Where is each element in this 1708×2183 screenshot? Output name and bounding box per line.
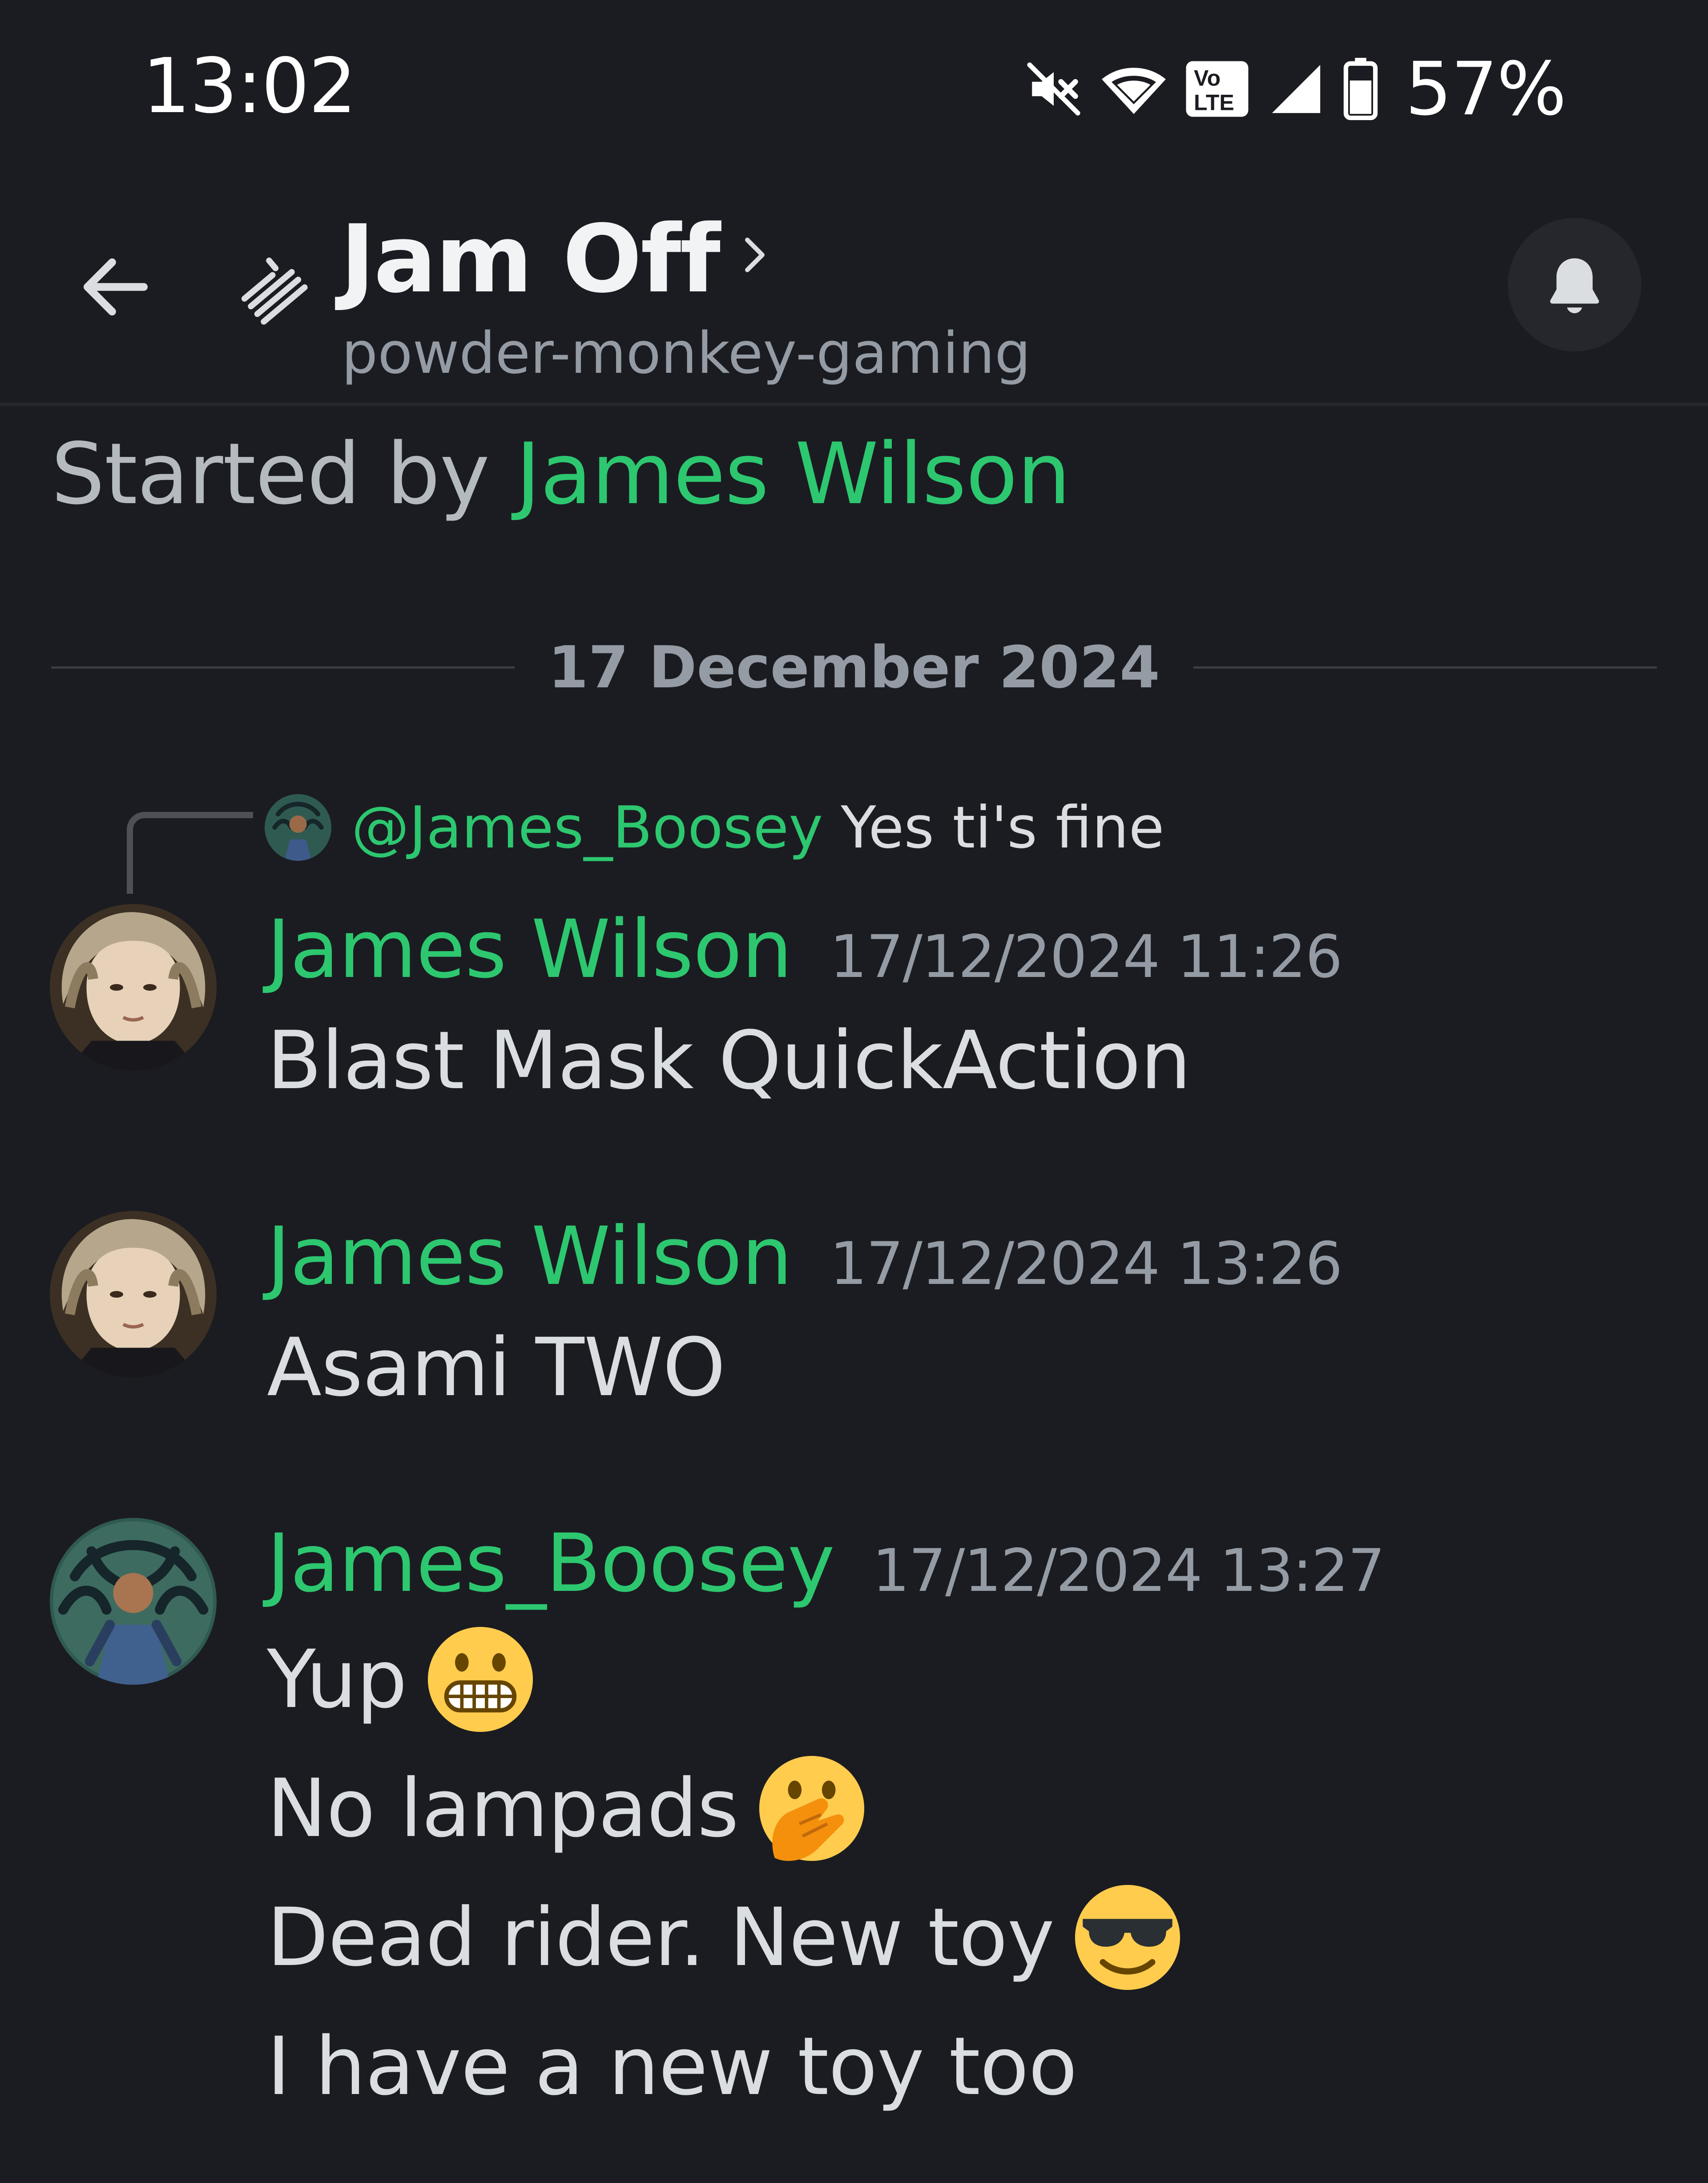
discord-thread-screen: 13:02 Vo LTE 57% Jam Off powder-monkey-g… (0, 0, 1708, 2183)
reply-preview[interactable]: @James_Boosey Yes ti's fine (265, 792, 1164, 863)
message-header: James_Boosey 17/12/2024 13:27 (267, 1517, 1385, 1610)
date-divider: 17 December 2024 (51, 623, 1657, 712)
message-timestamp: 17/12/2024 11:26 (830, 923, 1343, 991)
mute-icon (1027, 62, 1080, 116)
grimacing-face-emoji (427, 1626, 533, 1732)
face-with-hand-over-mouth-emoji (759, 1755, 865, 1861)
started-by-author[interactable]: James Wilson (516, 425, 1071, 523)
reply-connector (127, 812, 253, 894)
channel-name: powder-monkey-gaming (342, 320, 1031, 387)
message-timestamp: 17/12/2024 13:26 (830, 1230, 1343, 1298)
status-time: 13:02 (142, 42, 357, 130)
back-button[interactable] (71, 242, 160, 331)
message-line-text: Yup (267, 1633, 407, 1726)
avatar[interactable] (50, 904, 217, 1071)
message-header: James Wilson 17/12/2024 11:26 (267, 903, 1343, 996)
battery-icon (1344, 58, 1378, 120)
message-text: I have a new toy too (267, 2020, 1077, 2113)
volte-label-top: Vo (1194, 66, 1221, 91)
message-text: Dead rider. New toy (267, 1882, 1183, 1993)
message-text: No lampads (267, 1753, 867, 1864)
notification-bell-button[interactable] (1508, 218, 1641, 351)
thread-started-by: Started by James Wilson (51, 425, 1071, 523)
divider-line-right (1193, 666, 1657, 669)
message-author[interactable]: James Wilson (267, 1210, 792, 1303)
avatar[interactable] (50, 1518, 217, 1685)
smiling-face-with-sunglasses-emoji (1075, 1884, 1180, 1990)
thread-title-button[interactable]: Jam Off (340, 205, 768, 314)
bell-icon (1550, 258, 1599, 314)
divider-line-left (51, 666, 515, 669)
message-line-text: Dead rider. New toy (267, 1891, 1055, 1984)
avatar[interactable] (50, 1211, 217, 1378)
status-bar: 13:02 Vo LTE 57% (0, 0, 1708, 174)
message-line-text: No lampads (267, 1762, 739, 1855)
chevron-right-icon (745, 237, 765, 272)
arrow-left-icon (83, 258, 148, 316)
status-icons: Vo LTE 57% (1025, 46, 1567, 132)
reply-avatar (265, 794, 331, 861)
message-author[interactable]: James Wilson (267, 903, 792, 996)
message-author[interactable]: James_Boosey (267, 1517, 835, 1610)
thread-header: Jam Off powder-monkey-gaming (0, 174, 1708, 406)
message-text: Blast Mask QuickAction (267, 1014, 1191, 1107)
wifi-icon (1102, 68, 1166, 114)
message-text: Yup (267, 1624, 536, 1735)
message-text: Asami TWO (267, 1321, 725, 1414)
started-by-prefix: Started by (51, 425, 516, 523)
volte-icon: Vo LTE (1186, 61, 1249, 117)
reply-text: Yes ti's fine (841, 794, 1164, 861)
signal-icon (1272, 65, 1321, 113)
battery-percent: 57% (1405, 46, 1567, 132)
reply-mention[interactable]: @James_Boosey (351, 794, 823, 861)
divider-date: 17 December 2024 (548, 634, 1160, 701)
volte-label-bottom: LTE (1194, 90, 1234, 115)
message-timestamp: 17/12/2024 13:27 (872, 1537, 1385, 1605)
thread-title: Jam Off (340, 205, 721, 314)
thread-icon (227, 245, 316, 334)
message-header: James Wilson 17/12/2024 13:26 (267, 1210, 1343, 1303)
